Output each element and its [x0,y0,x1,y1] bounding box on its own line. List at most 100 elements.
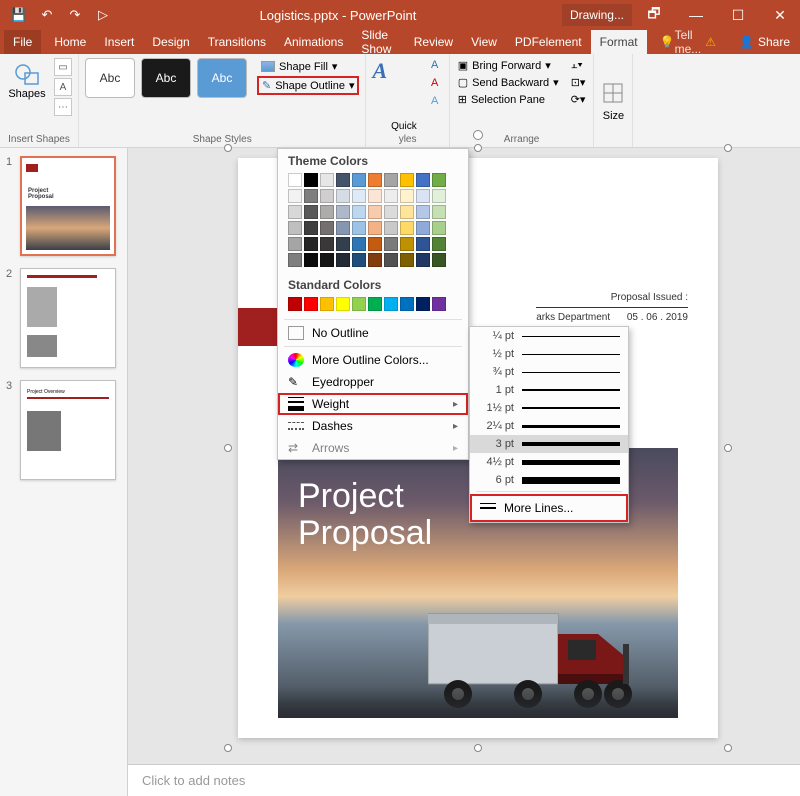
color-swatch[interactable] [400,297,414,311]
tab-home[interactable]: Home [45,30,95,54]
tab-design[interactable]: Design [143,30,198,54]
color-swatch[interactable] [320,173,334,187]
color-swatch[interactable] [432,297,446,311]
selection-pane-button[interactable]: ⊞ Selection Pane [456,92,561,107]
start-slideshow-icon[interactable]: ▷ [92,4,114,26]
color-swatch[interactable] [416,297,430,311]
color-swatch[interactable] [432,189,446,203]
weight-option[interactable]: 4½ pt [470,453,628,471]
color-swatch[interactable] [304,297,318,311]
color-swatch[interactable] [368,189,382,203]
rotate-button[interactable]: ⟳▾ [569,92,588,107]
color-swatch[interactable] [384,237,398,251]
resize-handle[interactable] [224,144,232,152]
color-swatch[interactable] [352,221,366,235]
style-preset[interactable]: Abc [197,58,247,98]
color-swatch[interactable] [352,189,366,203]
shape-gallery-item[interactable]: ▭ [54,58,72,76]
arrows-item[interactable]: ⇄Arrows [278,437,468,459]
color-swatch[interactable] [352,173,366,187]
no-outline-item[interactable]: No Outline [278,322,468,344]
weight-item[interactable]: Weight [278,393,468,415]
color-swatch[interactable] [320,189,334,203]
color-swatch[interactable] [368,173,382,187]
tab-view[interactable]: View [462,30,506,54]
color-swatch[interactable] [432,237,446,251]
restore-icon[interactable]: 🗗 [634,0,674,30]
color-swatch[interactable] [304,189,318,203]
context-tab-drawing[interactable]: Drawing... [562,4,632,26]
color-swatch[interactable] [288,189,302,203]
color-swatch[interactable] [320,205,334,219]
color-swatch[interactable] [400,237,414,251]
thumbnail-2[interactable] [20,268,116,368]
resize-handle[interactable] [724,444,732,452]
more-colors-item[interactable]: More Outline Colors... [278,349,468,371]
resize-handle[interactable] [224,744,232,752]
weight-option[interactable]: 6 pt [470,471,628,489]
eyedropper-item[interactable]: ✎Eyedropper [278,371,468,393]
color-swatch[interactable] [336,189,350,203]
color-swatch[interactable] [400,205,414,219]
text-effects-button[interactable]: A [427,94,443,110]
tab-format[interactable]: Format [591,30,647,54]
color-swatch[interactable] [384,173,398,187]
color-swatch[interactable] [336,173,350,187]
weight-option[interactable]: ½ pt [470,345,628,363]
color-swatch[interactable] [432,221,446,235]
color-swatch[interactable] [416,237,430,251]
weight-option[interactable]: ¼ pt [470,327,628,345]
color-swatch[interactable] [416,205,430,219]
color-swatch[interactable] [304,221,318,235]
color-swatch[interactable] [320,297,334,311]
weight-option[interactable]: 3 pt [470,435,628,453]
bring-forward-button[interactable]: ▣ Bring Forward ▾ [456,58,561,73]
thumb-slot[interactable]: 1 ProjectProposal [6,156,121,256]
color-swatch[interactable] [304,237,318,251]
color-swatch[interactable] [352,297,366,311]
color-swatch[interactable] [336,205,350,219]
color-swatch[interactable] [336,221,350,235]
color-swatch[interactable] [368,237,382,251]
color-swatch[interactable] [384,297,398,311]
color-swatch[interactable] [288,221,302,235]
color-swatch[interactable] [384,253,398,267]
color-swatch[interactable] [288,205,302,219]
wordart-quick-styles-button[interactable]: A [372,58,387,84]
more-lines-item[interactable]: More Lines... [470,494,628,522]
tab-file[interactable]: File [4,30,41,54]
color-swatch[interactable] [304,253,318,267]
color-swatch[interactable] [320,253,334,267]
weight-option[interactable]: 2¼ pt [470,417,628,435]
shape-outline-button[interactable]: ✎Shape Outline ▾ [257,76,359,95]
color-swatch[interactable] [352,205,366,219]
thumb-slot[interactable]: 3 Project Overview [6,380,121,480]
thumbnail-1[interactable]: ProjectProposal [20,156,116,256]
color-swatch[interactable] [432,173,446,187]
color-swatch[interactable] [384,205,398,219]
rotate-handle[interactable] [473,130,483,140]
weight-option[interactable]: ¾ pt [470,363,628,381]
resize-handle[interactable] [724,144,732,152]
dashes-item[interactable]: Dashes [278,415,468,437]
group-button[interactable]: ⊡▾ [569,75,588,90]
color-swatch[interactable] [400,189,414,203]
color-swatch[interactable] [384,221,398,235]
tab-transitions[interactable]: Transitions [199,30,275,54]
color-swatch[interactable] [368,253,382,267]
tell-me[interactable]: 💡 Tell me... ⚠ [651,30,729,54]
align-button[interactable]: ⫠▾ [569,58,588,73]
color-swatch[interactable] [352,237,366,251]
tab-pdf[interactable]: PDFelement [506,30,591,54]
resize-handle[interactable] [474,144,482,152]
shape-gallery-item[interactable]: A [54,78,72,96]
send-backward-button[interactable]: ▢ Send Backward ▾ [456,75,561,90]
text-fill-button[interactable]: A [427,58,443,74]
color-swatch[interactable] [368,297,382,311]
weight-option[interactable]: 1 pt [470,381,628,399]
tab-insert[interactable]: Insert [95,30,143,54]
color-swatch[interactable] [384,189,398,203]
maximize-icon[interactable]: ☐ [718,0,758,30]
color-swatch[interactable] [320,221,334,235]
color-swatch[interactable] [400,253,414,267]
